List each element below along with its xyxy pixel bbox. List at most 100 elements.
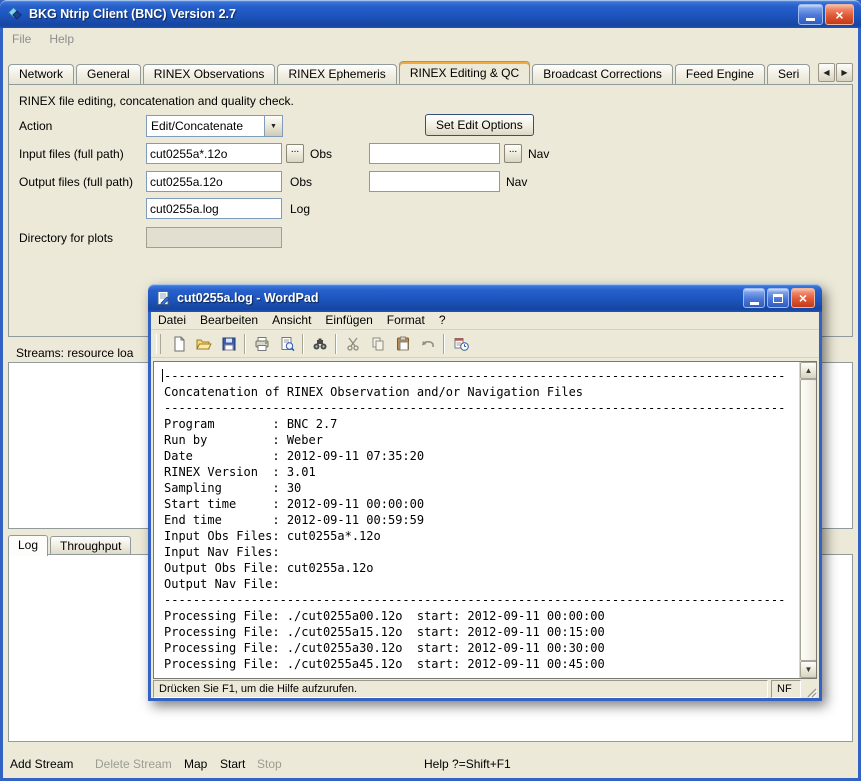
tab-throughput[interactable]: Throughput	[50, 536, 131, 555]
tab-rinex-editing-qc[interactable]: RINEX Editing & QC	[399, 61, 530, 84]
document-line: Output Obs File: cut0255a.12o	[164, 560, 785, 576]
menu-file[interactable]: File	[3, 32, 40, 46]
menu-bearbeiten[interactable]: Bearbeiten	[193, 313, 265, 327]
map-button[interactable]: Map	[184, 757, 207, 771]
undo-icon	[420, 336, 436, 352]
delete-stream-button: Delete Stream	[95, 757, 172, 771]
menu-datei[interactable]: Datei	[151, 313, 193, 327]
document-line: Start time : 2012-09-11 00:00:00	[164, 496, 785, 512]
insert-datetime-button[interactable]	[448, 332, 473, 356]
wordpad-minimize-button[interactable]	[743, 288, 765, 308]
close-icon: ×	[799, 291, 807, 305]
wordpad-statusbar: Drücken Sie F1, um die Hilfe aufzurufen.…	[153, 680, 817, 698]
scroll-down-icon[interactable]: ▼	[800, 661, 817, 678]
resize-grip-icon[interactable]	[804, 680, 817, 698]
scroll-up-icon[interactable]: ▲	[800, 362, 817, 379]
menu-ansicht[interactable]: Ansicht	[265, 313, 318, 327]
tab-scroll-right-icon[interactable]: ▶	[836, 63, 853, 82]
chevron-down-icon[interactable]: ▼	[264, 116, 282, 136]
open-file-icon	[196, 336, 212, 352]
paste-button[interactable]	[390, 332, 415, 356]
document-line: Sampling : 30	[164, 480, 785, 496]
toolbar-separator	[443, 334, 445, 354]
directory-plots-field	[146, 227, 282, 248]
input-nav-field[interactable]	[369, 143, 500, 164]
document-line: Output Nav File:	[164, 576, 785, 592]
menu-help[interactable]: Help	[40, 32, 83, 46]
menu-einfuegen[interactable]: Einfügen	[318, 313, 379, 327]
close-button[interactable]: ×	[825, 4, 854, 25]
cut-icon	[345, 336, 361, 352]
wordpad-toolbar	[151, 330, 819, 358]
tab-network[interactable]: Network	[8, 64, 74, 84]
add-stream-button[interactable]: Add Stream	[10, 757, 73, 771]
print-button[interactable]	[249, 332, 274, 356]
directory-plots-label: Directory for plots	[19, 231, 113, 245]
document-line: Run by : Weber	[164, 432, 785, 448]
bnc-menubar: File Help	[3, 28, 83, 50]
tab-scroll-left-icon[interactable]: ◀	[818, 63, 835, 82]
tab-rinex-ephemeris[interactable]: RINEX Ephemeris	[277, 64, 396, 84]
input-nav-suffix-label: Nav	[528, 147, 549, 161]
print-preview-icon	[279, 336, 295, 352]
maximize-icon	[773, 294, 783, 303]
tab-serial-truncated[interactable]: Seri	[767, 64, 810, 84]
toolbar-separator	[335, 334, 337, 354]
document-line: End time : 2012-09-11 00:59:59	[164, 512, 785, 528]
tab-feed-engine[interactable]: Feed Engine	[675, 64, 765, 84]
set-edit-options-button[interactable]: Set Edit Options	[425, 114, 534, 136]
window-title: BKG Ntrip Client (BNC) Version 2.7	[29, 7, 236, 21]
document-line: Concatenation of RINEX Observation and/o…	[164, 384, 785, 400]
save-file-button[interactable]	[216, 332, 241, 356]
save-file-icon	[221, 336, 237, 352]
wordpad-maximize-button[interactable]	[767, 288, 789, 308]
status-nf-badge: NF	[771, 680, 801, 698]
menu-hilfe[interactable]: ?	[432, 313, 453, 327]
output-log-field[interactable]	[146, 198, 282, 219]
output-nav-field[interactable]	[369, 171, 500, 192]
wordpad-menubar: Datei Bearbeiten Ansicht Einfügen Format…	[151, 310, 819, 330]
document-line: Input Nav Files:	[164, 544, 785, 560]
bnc-titlebar[interactable]: BKG Ntrip Client (BNC) Version 2.7 ×	[0, 0, 861, 28]
action-select[interactable]: Edit/Concatenate ▼	[146, 115, 283, 137]
tab-broadcast-corrections[interactable]: Broadcast Corrections	[532, 64, 673, 84]
find-button[interactable]	[307, 332, 332, 356]
wordpad-close-button[interactable]: ×	[791, 288, 815, 308]
document-line: ----------------------------------------…	[164, 592, 785, 608]
action-label: Action	[19, 119, 52, 133]
input-nav-browse-button[interactable]: ...	[504, 144, 522, 163]
document-line: ----------------------------------------…	[164, 368, 785, 384]
wordpad-titlebar[interactable]: cut0255a.log - WordPad ×	[148, 284, 822, 312]
tab-general[interactable]: General	[76, 64, 141, 84]
find-icon	[312, 336, 328, 352]
start-button[interactable]: Start	[220, 757, 245, 771]
tab-log[interactable]: Log	[8, 535, 48, 556]
input-obs-field[interactable]	[146, 143, 282, 164]
input-obs-browse-button[interactable]: ...	[286, 144, 304, 163]
undo-button	[415, 332, 440, 356]
scrollbar-thumb[interactable]	[800, 379, 817, 661]
vertical-scrollbar[interactable]: ▲ ▼	[799, 362, 816, 678]
help-shortcut-label[interactable]: Help ?=Shift+F1	[424, 757, 511, 771]
tab-rinex-observations[interactable]: RINEX Observations	[143, 64, 276, 84]
minimize-button[interactable]	[798, 4, 823, 25]
document-line: Input Obs Files: cut0255a*.12o	[164, 528, 785, 544]
copy-icon	[370, 336, 386, 352]
menu-format[interactable]: Format	[380, 313, 432, 327]
log-tabbar: Log Throughput	[8, 534, 133, 555]
streams-label: Streams: resource loa	[16, 346, 133, 360]
open-file-button[interactable]	[191, 332, 216, 356]
toolbar-separator	[244, 334, 246, 354]
new-file-button[interactable]	[166, 332, 191, 356]
toolbar-grip[interactable]	[156, 334, 161, 354]
document-area[interactable]: ----------------------------------------…	[153, 361, 817, 679]
action-selected-value: Edit/Concatenate	[147, 119, 264, 133]
tab-scroll-buttons: ◀ ▶	[818, 63, 853, 82]
output-obs-field[interactable]	[146, 171, 282, 192]
input-files-label: Input files (full path)	[19, 147, 124, 161]
document-line: RINEX Version : 3.01	[164, 464, 785, 480]
document-line: Processing File: ./cut0255a45.12o start:…	[164, 656, 785, 672]
output-log-suffix-label: Log	[290, 202, 310, 216]
print-preview-button[interactable]	[274, 332, 299, 356]
panel-description: RINEX file editing, concatenation and qu…	[19, 94, 294, 108]
